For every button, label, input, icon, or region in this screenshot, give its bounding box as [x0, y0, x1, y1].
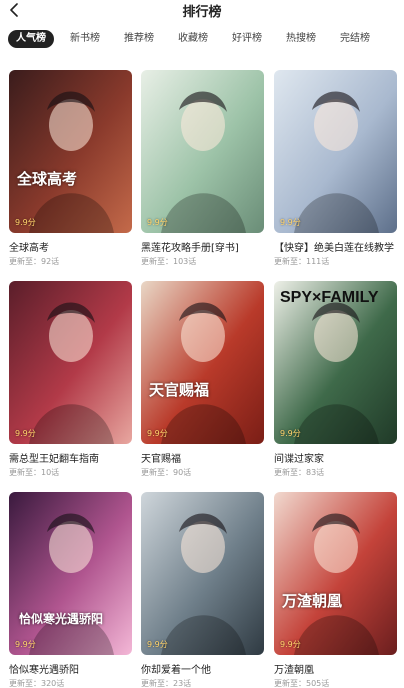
cover-art	[9, 70, 132, 233]
book-title[interactable]: 恰似寒光遇骄阳	[9, 661, 132, 676]
book-title[interactable]: 全球高考	[9, 239, 132, 254]
cover-title-art: 天官赐福	[149, 381, 210, 399]
chapter-count: 505话	[306, 679, 330, 688]
book-grid: 全球高考 9.9分 全球高考 更新至：92话 9.9分 黑莲花攻略手册[穿书] 更新至：10…	[0, 0, 404, 688]
cover-art	[141, 281, 264, 444]
update-prefix: 更新至：	[9, 468, 41, 477]
cover-art	[274, 70, 397, 233]
book-card[interactable]: 全球高考 9.9分 全球高考 更新至：92话	[9, 70, 132, 267]
cover-art	[141, 70, 264, 233]
book-title[interactable]: 万渣朝凰	[274, 661, 397, 676]
score-badge: 9.9分	[147, 640, 168, 649]
cover-art	[9, 492, 132, 655]
book-card[interactable]: 天官赐福 9.9分 天官赐福 更新至：90话	[141, 281, 264, 478]
chapter-count: 92话	[41, 257, 60, 266]
cover-title-art: 万渣朝凰	[282, 592, 343, 610]
book-title[interactable]: 【快穿】绝美白莲在线教学	[274, 239, 397, 254]
book-title[interactable]: 天官赐福	[141, 450, 264, 465]
score-badge: 9.9分	[280, 429, 301, 438]
update-status: 更新至：83话	[274, 467, 397, 478]
book-cover[interactable]: SPY×FAMILY 9.9分	[274, 281, 397, 444]
chapter-count: 103话	[173, 257, 197, 266]
book-cover[interactable]: 9.9分	[141, 492, 264, 655]
update-prefix: 更新至：	[141, 257, 173, 266]
cover-art	[274, 492, 397, 655]
book-cover[interactable]: 恰似寒光遇骄阳 9.9分	[9, 492, 132, 655]
book-card[interactable]: 9.9分你却爱着一个他更新至：23话	[141, 492, 264, 688]
update-prefix: 更新至：	[274, 679, 306, 688]
book-title[interactable]: 你却爱着一个他	[141, 661, 264, 676]
book-card[interactable]: SPY×FAMILY 9.9分间谍过家家更新至：83话	[274, 281, 397, 478]
book-cover[interactable]: 9.9分	[9, 281, 132, 444]
update-status: 更新至：92话	[9, 256, 132, 267]
cover-art	[9, 281, 132, 444]
score-badge: 9.9分	[15, 429, 36, 438]
update-status: 更新至：505话	[274, 678, 397, 688]
book-cover[interactable]: 全球高考 9.9分	[9, 70, 132, 233]
update-prefix: 更新至：	[274, 257, 306, 266]
chapter-count: 23话	[173, 679, 192, 688]
book-card[interactable]: 万渣朝凰 9.9分 万渣朝凰 更新至：505话	[274, 492, 397, 688]
cover-title-art: 恰似寒光遇骄阳	[19, 612, 104, 626]
update-status: 更新至：90话	[141, 467, 264, 478]
book-card[interactable]: 9.9分【快穿】绝美白莲在线教学更新至：111话	[274, 70, 397, 267]
update-prefix: 更新至：	[274, 468, 306, 477]
book-title[interactable]: 需总型王妃翻车指南	[9, 450, 132, 465]
chapter-count: 83话	[306, 468, 325, 477]
book-title[interactable]: 间谍过家家	[274, 450, 397, 465]
score-badge: 9.9分	[15, 218, 36, 227]
cover-title-art: SPY×FAMILY	[280, 289, 379, 306]
chapter-count: 90话	[173, 468, 192, 477]
cover-title-art: 全球高考	[17, 170, 78, 188]
update-prefix: 更新至：	[141, 679, 173, 688]
book-cover[interactable]: 9.9分	[141, 70, 264, 233]
chapter-count: 10话	[41, 468, 60, 477]
score-badge: 9.9分	[147, 218, 168, 227]
update-prefix: 更新至：	[141, 468, 173, 477]
book-cover[interactable]: 9.9分	[274, 70, 397, 233]
book-card[interactable]: 9.9分需总型王妃翻车指南更新至：10话	[9, 281, 132, 478]
book-cover[interactable]: 天官赐福 9.9分	[141, 281, 264, 444]
score-badge: 9.9分	[280, 640, 301, 649]
chapter-count: 111话	[306, 257, 330, 266]
chapter-count: 320话	[41, 679, 65, 688]
book-title[interactable]: 黑莲花攻略手册[穿书]	[141, 239, 264, 254]
update-status: 更新至：23话	[141, 678, 264, 688]
score-badge: 9.9分	[280, 218, 301, 227]
update-prefix: 更新至：	[9, 679, 41, 688]
update-status: 更新至：10话	[9, 467, 132, 478]
book-card[interactable]: 恰似寒光遇骄阳 9.9分 恰似寒光遇骄阳 更新至：320话	[9, 492, 132, 688]
update-status: 更新至：111话	[274, 256, 397, 267]
score-badge: 9.9分	[147, 429, 168, 438]
update-status: 更新至：103话	[141, 256, 264, 267]
book-card[interactable]: 9.9分黑莲花攻略手册[穿书] 更新至：103话	[141, 70, 264, 267]
cover-art	[141, 492, 264, 655]
score-badge: 9.9分	[15, 640, 36, 649]
update-prefix: 更新至：	[9, 257, 41, 266]
book-cover[interactable]: 万渣朝凰 9.9分	[274, 492, 397, 655]
update-status: 更新至：320话	[9, 678, 132, 688]
